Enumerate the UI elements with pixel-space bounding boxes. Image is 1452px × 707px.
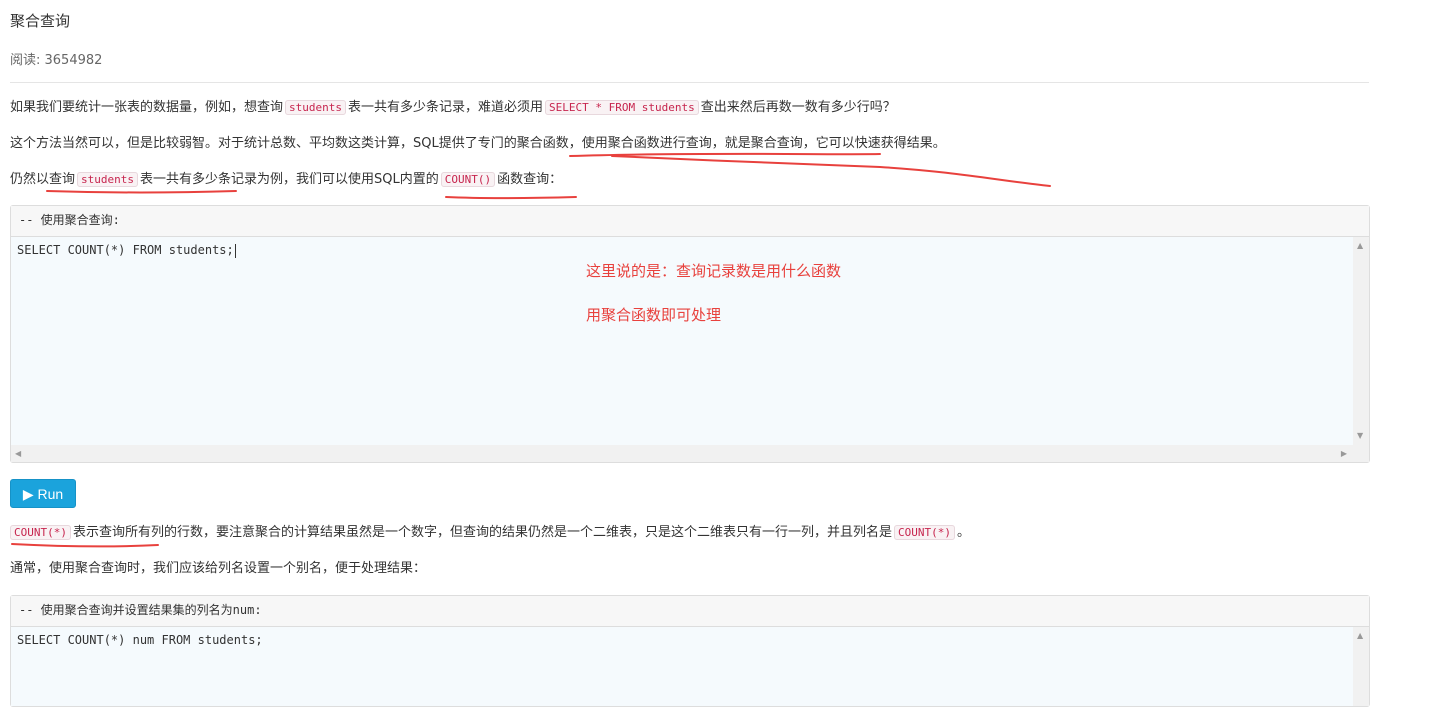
text-caret <box>234 243 236 258</box>
intro-text-3: 查出来然后再数一数有多少行吗？ <box>700 100 896 115</box>
intro-text-2: 表一共有多少条记录，难道必须用 <box>348 100 544 115</box>
title-divider <box>10 82 1369 83</box>
underline-aggregate-functions <box>569 152 881 157</box>
code-panel-1: -- 使用聚合查询: SELECT COUNT(*) FROM students… <box>10 205 1370 463</box>
inline-code-students-2: students <box>77 172 138 187</box>
inline-code-count-star: COUNT(*) <box>10 525 71 540</box>
inline-code-students: students <box>285 100 346 115</box>
underline-count-function <box>445 196 577 200</box>
code-panel-1-header: -- 使用聚合查询: <box>11 206 1369 237</box>
intro-text-1: 如果我们要统计一张表的数据量，例如，想查询 <box>10 100 284 115</box>
example-text-1: 仍然以查询 <box>10 172 76 187</box>
code-text-2: SELECT COUNT(*) num FROM students; <box>17 633 263 647</box>
count-explanation-paragraph: COUNT(*) 表示查询所有列的行数，要注意聚合的计算结果虽然是一个数字，但查询… <box>10 523 970 543</box>
code-panel-2-header: -- 使用聚合查询并设置结果集的列名为num: <box>11 596 1369 627</box>
vertical-scrollbar-2[interactable]: ▲ <box>1353 627 1369 706</box>
inline-code-count: COUNT() <box>440 172 496 187</box>
inline-code-select: SELECT * FROM students <box>545 100 699 115</box>
code-text-1: SELECT COUNT(*) FROM students; <box>17 243 234 257</box>
annotation-note-1: 这里说的是：查询记录数是用什么函数 <box>586 262 842 280</box>
code-line-2: SELECT COUNT(*) num FROM students; <box>17 633 263 647</box>
inline-code-count-star-2: COUNT(*) <box>894 525 955 540</box>
underline-count-star <box>11 543 159 548</box>
horizontal-scrollbar[interactable]: ◀ ▶ <box>11 445 1369 462</box>
method-text: 这个方法当然可以，但是比较弱智。对于统计总数、平均数这类计算，SQL提供了专门的… <box>10 136 946 151</box>
code-line-1: SELECT COUNT(*) FROM students; <box>17 243 236 258</box>
scroll-up-icon[interactable]: ▲ <box>1357 241 1363 251</box>
scroll-right-icon[interactable]: ▶ <box>1341 449 1347 459</box>
scroll-down-icon[interactable]: ▼ <box>1357 431 1363 441</box>
alias-text: 通常，使用聚合查询时，我们应该给列名设置一个别名，便于处理结果： <box>10 561 427 576</box>
example-text-2: 表一共有多少条记录为例，我们可以使用SQL内置的 <box>140 172 439 187</box>
code-editor-2[interactable]: SELECT COUNT(*) num FROM students; ▲ <box>11 627 1369 706</box>
example-paragraph: 仍然以查询 students 表一共有多少条记录为例，我们可以使用SQL内置的 COU… <box>10 170 562 190</box>
method-paragraph: 这个方法当然可以，但是比较弱智。对于统计总数、平均数这类计算，SQL提供了专门的… <box>10 134 946 154</box>
count-explanation-text-2: 。 <box>956 525 970 540</box>
page-title: 聚合查询 <box>10 12 71 30</box>
count-explanation-text-1: 表示查询所有列的行数，要注意聚合的计算结果虽然是一个数字，但查询的结果仍然是一个… <box>72 525 892 540</box>
scroll-up-icon-2[interactable]: ▲ <box>1357 631 1363 641</box>
annotation-note-2: 用聚合函数即可处理 <box>586 306 722 324</box>
run-button-label: Run <box>37 486 64 502</box>
run-button[interactable]: ▶ Run <box>10 479 76 508</box>
underline-long-stroke <box>611 155 1051 187</box>
underline-query-students <box>46 190 237 194</box>
scroll-left-icon[interactable]: ◀ <box>15 449 21 459</box>
code-panel-2: -- 使用聚合查询并设置结果集的列名为num: SELECT COUNT(*) … <box>10 595 1370 707</box>
alias-paragraph: 通常，使用聚合查询时，我们应该给列名设置一个别名，便于处理结果： <box>10 559 426 579</box>
read-count: 阅读: 3654982 <box>10 53 103 68</box>
vertical-scrollbar[interactable]: ▲ ▼ <box>1353 237 1369 445</box>
intro-paragraph: 如果我们要统计一张表的数据量，例如，想查询 students 表一共有多少条记录，难… <box>10 98 896 118</box>
play-icon: ▶ <box>22 486 34 502</box>
example-text-3: 函数查询： <box>497 172 563 187</box>
